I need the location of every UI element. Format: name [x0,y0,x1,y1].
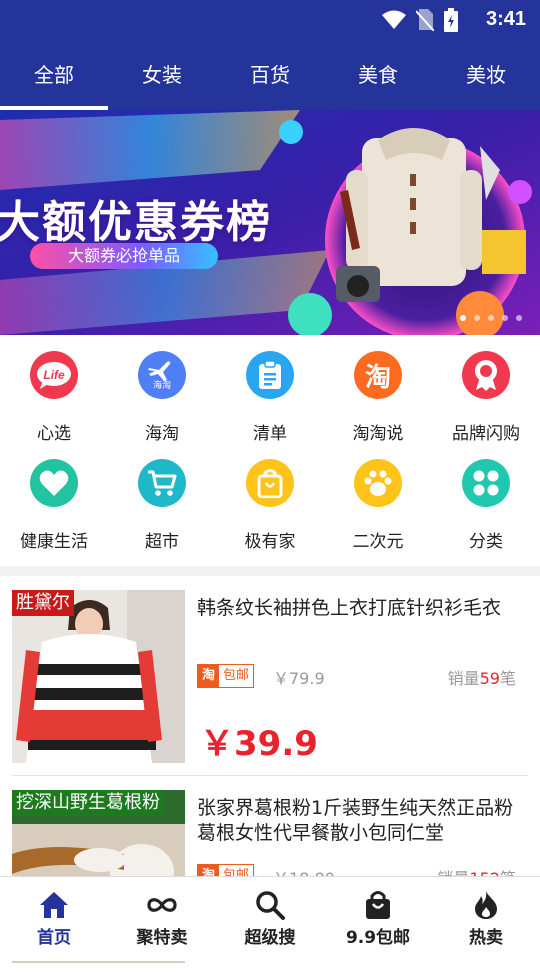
bag-icon [246,459,294,507]
plane-icon: 海淘 [138,351,186,399]
tab-womens-clothing[interactable]: 女装 [108,40,216,110]
category-label: 清单 [253,424,287,444]
category-label: 品牌闪购 [452,424,520,444]
section-divider [0,566,540,576]
product-title[interactable]: 张家界葛根粉1斤装野生纯天然正品粉葛根女性代早餐散小包同仁堂 [197,796,527,846]
clipboard-icon [246,351,294,399]
nav-label: 9.9包邮 [345,928,411,948]
battery-icon [444,8,458,32]
nav-label: 热卖 [469,928,503,948]
nav-hot-sale[interactable]: 热卖 [432,877,540,961]
svg-text:Life: Life [43,368,65,382]
tao-icon: 淘 [354,351,402,399]
product-image[interactable]: 胜黛尔 [12,590,185,763]
banner-pager [460,315,522,321]
category-label: 海淘 [145,424,179,444]
pager-dot [488,315,494,321]
free-shipping-label: 包邮 [223,668,250,683]
taobao-free-shipping-badge: 淘 包邮 [197,664,255,688]
bottom-nav: 首页 聚特卖 超级搜 9.9包邮 热卖 [0,876,540,961]
category-label: 二次元 [352,532,404,552]
category-label: 心选 [37,424,71,444]
nav-home[interactable]: 首页 [0,877,108,961]
category-qingdan[interactable]: 清单 [216,335,324,444]
image-brand-tag: 胜黛尔 [12,590,74,616]
banner-title: 大额优惠券榜 [0,197,272,248]
nav-special-sale[interactable]: 聚特卖 [108,877,216,961]
life-icon: Life [30,351,78,399]
wifi-icon [382,10,406,29]
svg-text:海淘: 海淘 [153,379,171,390]
no-sim-icon [416,9,434,31]
category-jiyoujia[interactable]: 极有家 [216,443,324,552]
nav-label: 超级搜 [244,928,296,948]
category-brand-flash-sale[interactable]: 品牌闪购 [432,335,540,444]
nav-label: 聚特卖 [136,928,188,948]
infinity-icon [147,898,177,912]
sales-prefix: 销量 [447,669,480,688]
heart-icon [30,459,78,507]
tab-general-goods[interactable]: 百货 [216,40,324,110]
nav-label: 首页 [37,928,71,948]
search-icon [256,891,285,920]
category-label: 极有家 [244,532,296,552]
pager-dot [502,315,508,321]
category-healthy-living[interactable]: 健康生活 [0,443,108,552]
tab-food[interactable]: 美食 [324,40,432,110]
pager-dot [516,315,522,321]
category-label: 超市 [145,532,179,552]
category-taotaoshuo[interactable]: 淘 淘淘说 [324,335,432,444]
sales-count: 销量59笔 [448,665,516,689]
sales-suffix: 笔 [499,669,516,688]
category-tabs: 全部 女装 百货 美食 美妆 [0,40,540,110]
category-xinxuan[interactable]: Life 心选 [0,335,108,444]
shopping-bag-icon [366,891,390,919]
paw-icon [354,459,402,507]
promo-banner[interactable]: 大额优惠券榜 大额券必抢单品 [0,110,540,335]
category-label: 淘淘说 [352,424,404,444]
category-label: 健康生活 [20,532,88,552]
grid-icon [462,459,510,507]
category-supermarket[interactable]: 超市 [108,443,216,552]
sale-price: ￥39.9 [200,724,318,764]
category-label: 分类 [469,532,503,552]
category-all-categories[interactable]: 分类 [432,443,540,552]
tab-all[interactable]: 全部 [0,40,108,110]
pager-dot [474,315,480,321]
tab-beauty[interactable]: 美妆 [432,40,540,110]
status-bar: 3:41 [0,0,540,40]
taobao-badge-label: 淘 [198,665,220,687]
home-icon [40,892,68,918]
image-promo-tag: 挖深山野生葛根粉 [12,790,164,816]
status-icons [382,8,458,32]
product-title[interactable]: 韩条纹长袖拼色上衣打底针织衫毛衣 [197,596,527,621]
product-card[interactable]: 胜黛尔 韩条纹长袖拼色上衣打底针织衫毛衣 淘 包邮 ￥79.9 销量59笔 ￥3… [0,576,540,776]
category-anime[interactable]: 二次元 [324,443,432,552]
pager-dot [460,315,466,321]
sales-number: 59 [479,669,500,688]
nav-super-search[interactable]: 超级搜 [216,877,324,961]
cart-icon [138,459,186,507]
category-haitao[interactable]: 海淘 海淘 [108,335,216,444]
clock: 3:41 [485,8,526,30]
medal-icon [462,351,510,399]
nav-free-shipping-deals[interactable]: 9.9包邮 [324,877,432,961]
flame-icon [475,891,497,919]
original-price: ￥79.9 [273,669,325,688]
banner-subtitle: 大额券必抢单品 [30,243,218,269]
